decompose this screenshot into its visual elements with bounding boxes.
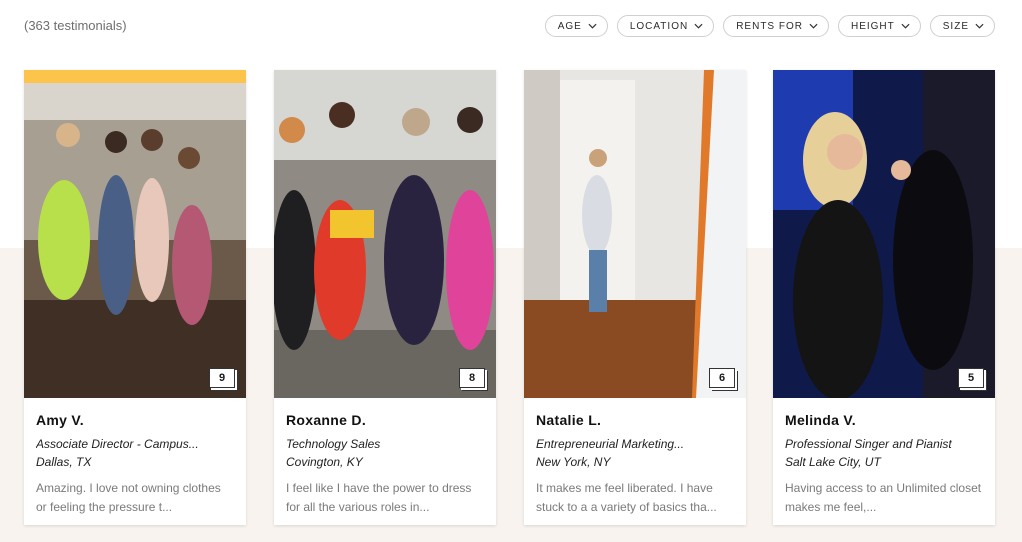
testimonial-card[interactable]: 5 Melinda V. Professional Singer and Pia… — [773, 70, 995, 525]
filter-rents-for[interactable]: RENTS FOR — [723, 15, 829, 37]
filter-label: HEIGHT — [850, 20, 895, 32]
chevron-down-icon — [588, 23, 597, 29]
filter-bar: AGE LOCATION RENTS FOR HEIGHT SIZE — [544, 15, 995, 37]
chevron-down-icon — [975, 23, 984, 29]
chevron-down-icon — [694, 23, 703, 29]
filter-age[interactable]: AGE — [544, 15, 608, 37]
filter-size[interactable]: SIZE — [929, 15, 995, 37]
reviewer-name: Melinda V. — [785, 412, 856, 428]
testimonial-card[interactable]: 8 Roxanne D. Technology Sales Covington,… — [274, 70, 496, 525]
chevron-down-icon — [901, 23, 910, 29]
filter-label: RENTS FOR — [736, 20, 803, 32]
reviewer-title: Entrepreneurial Marketing... — [536, 437, 685, 451]
reviewer-title: Associate Director - Campus... — [36, 437, 199, 451]
reviewer-location: Dallas, TX — [36, 455, 92, 469]
testimonial-quote: It makes me feel liberated. I have stuck… — [536, 481, 717, 514]
testimonial-photo[interactable]: 9 — [24, 70, 246, 398]
photo-illustration — [524, 70, 746, 398]
reviewer-location: Salt Lake City, UT — [785, 455, 881, 469]
reviewer-name: Roxanne D. — [286, 412, 367, 428]
photo-count-badge: 6 — [709, 368, 735, 388]
reviewer-name: Amy V. — [36, 412, 84, 428]
filter-label: LOCATION — [629, 20, 689, 32]
reviewer-location: New York, NY — [536, 455, 611, 469]
chevron-down-icon — [809, 23, 818, 29]
photo-illustration — [274, 70, 496, 398]
testimonial-quote: I feel like I have the power to dress fo… — [286, 481, 472, 514]
testimonial-quote: Having access to an Unlimited closet mak… — [785, 481, 982, 514]
photo-count-badge: 5 — [958, 368, 984, 388]
reviewer-location: Covington, KY — [286, 455, 363, 469]
filter-label: SIZE — [942, 20, 969, 32]
accent-strip — [24, 70, 246, 83]
photo-illustration — [773, 70, 995, 398]
testimonial-card[interactable]: 6 Natalie L. Entrepreneurial Marketing..… — [524, 70, 746, 525]
filter-height[interactable]: HEIGHT — [837, 15, 921, 37]
testimonial-card[interactable]: 9 Amy V. Associate Director - Campus... … — [24, 70, 246, 525]
reviewer-name: Natalie L. — [536, 412, 602, 428]
filter-location[interactable]: LOCATION — [616, 15, 715, 37]
filter-label: AGE — [557, 20, 582, 32]
photo-count-badge: 8 — [459, 368, 485, 388]
reviewer-title: Technology Sales — [286, 437, 381, 451]
reviewer-title: Professional Singer and Pianist — [785, 437, 952, 451]
testimonial-count: (363 testimonials) — [24, 18, 127, 33]
photo-count-badge: 9 — [209, 368, 235, 388]
testimonial-photo[interactable]: 6 — [524, 70, 746, 398]
testimonial-quote: Amazing. I love not owning clothes or fe… — [36, 481, 221, 514]
testimonial-photo[interactable]: 5 — [773, 70, 995, 398]
testimonial-photo[interactable]: 8 — [274, 70, 496, 398]
photo-illustration — [24, 70, 246, 398]
